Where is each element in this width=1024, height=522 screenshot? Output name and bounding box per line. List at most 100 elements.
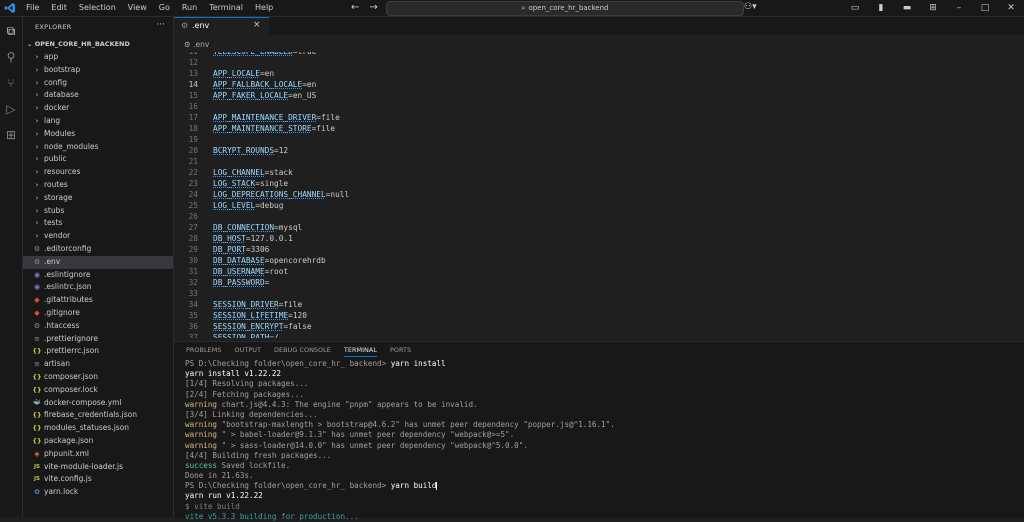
menu-item-view[interactable]: View (122, 0, 153, 16)
tree-folder[interactable]: › vendor (23, 230, 173, 243)
env-key: DB_HOST (213, 234, 246, 243)
tree-file[interactable]: {} modules_statuses.json (23, 422, 173, 435)
tab-env[interactable]: ⚙ .env × (174, 17, 269, 35)
explorer-sidebar: EXPLORER ··· ⌄ OPEN_CORE_HR_BACKEND › app… (23, 17, 174, 517)
tab-problems[interactable]: PROBLEMS (186, 345, 221, 357)
terminal[interactable]: PS D:\Checking folder\open_core_hr_ back… (185, 359, 1015, 522)
text-cursor (436, 482, 438, 491)
tree-file[interactable]: {} package.json (23, 435, 173, 448)
terminal-text: yarn install v1.22.22 (185, 369, 282, 379)
tree-file[interactable]: ≡ artisan (23, 358, 173, 371)
menu-item-edit[interactable]: Edit (45, 0, 73, 16)
tree-file[interactable]: {} firebase_credentials.json (23, 409, 173, 422)
layout-icon[interactable]: ▬ (894, 0, 920, 16)
env-value: debug (259, 201, 284, 210)
back-arrow-icon[interactable]: ← (351, 2, 369, 13)
tree-file[interactable]: JS vite.config.js (23, 473, 173, 486)
maximize-icon[interactable]: □ (972, 0, 998, 16)
tab-terminal[interactable]: TERMINAL (343, 345, 377, 357)
tree-file[interactable]: ◈ phpunit.xml (23, 448, 173, 461)
breadcrumb[interactable]: ⚙ .env (184, 40, 209, 49)
gear-icon: ⚙ (184, 40, 194, 49)
layout-icon[interactable]: ⊞ (920, 0, 946, 16)
code-editor[interactable]: 11TELESCOPE_ENABLED=true1213APP_LOCALE=e… (174, 52, 1024, 338)
tree-file[interactable]: ◆ .gitattributes (23, 294, 173, 307)
menu-item-file[interactable]: File (20, 0, 45, 16)
menu-item-help[interactable]: Help (249, 0, 279, 16)
tree-file[interactable]: {} .prettierrc.json (23, 345, 173, 358)
layout-icon[interactable]: ▭ (842, 0, 868, 16)
line-text: LOG_STACK=single (213, 178, 288, 189)
menu-item-selection[interactable]: Selection (73, 0, 122, 16)
tab-output[interactable]: OUTPUT (234, 345, 261, 357)
tree-folder[interactable]: › lang (23, 115, 173, 128)
tab-debug-console[interactable]: DEBUG CONSOLE (274, 345, 331, 357)
tree-file[interactable]: ✿ yarn.lock (23, 486, 173, 499)
yarn-icon: ✿ (34, 488, 40, 497)
tree-item-label: firebase_credentials.json (44, 410, 137, 420)
env-value: single (259, 179, 289, 188)
tree-folder[interactable]: › app (23, 51, 173, 64)
tab-ports[interactable]: PORTS (390, 345, 411, 357)
menu-item-terminal[interactable]: Terminal (203, 0, 249, 16)
tree-folder[interactable]: › bootstrap (23, 64, 173, 77)
extensions-icon[interactable]: ⊞ (3, 127, 19, 143)
tree-folder[interactable]: › tests (23, 217, 173, 230)
tree-file[interactable]: ⚙ .htaccess (23, 320, 173, 333)
tree-folder[interactable]: › stubs (23, 205, 173, 218)
tree-file[interactable]: ◆ .gitignore (23, 307, 173, 320)
tree-folder[interactable]: › storage (23, 192, 173, 205)
tree-item-label: .gitattributes (44, 295, 93, 305)
copilot-icon[interactable]: ⚇▾ (744, 2, 757, 12)
line-number: 37 (188, 333, 198, 338)
chevron-down-icon: ⌄ (27, 40, 35, 48)
command-center-search[interactable]: ⌕ open_core_hr_backend (386, 1, 744, 16)
source-control-icon[interactable]: ⑂ (3, 75, 19, 91)
tree-item-label: .env (44, 256, 61, 266)
line-number: 20 (188, 146, 198, 155)
line-text: APP_LOCALE=en (213, 68, 274, 79)
close-tab-icon[interactable]: × (253, 20, 261, 30)
more-actions-icon[interactable]: ··· (156, 20, 165, 30)
project-root[interactable]: ⌄ OPEN_CORE_HR_BACKEND (27, 40, 130, 48)
tree-folder[interactable]: › Modules (23, 128, 173, 141)
line-number: 14 (188, 80, 198, 89)
tree-file[interactable]: ⚙ .env (23, 255, 173, 269)
tree-file[interactable]: JS vite-module-loader.js (23, 461, 173, 474)
tree-item-label: .editorconfig (44, 243, 92, 253)
menu-item-run[interactable]: Run (176, 0, 203, 16)
tree-folder[interactable]: › node_modules (23, 141, 173, 154)
tree-folder[interactable]: › database (23, 89, 173, 102)
layout-icon[interactable]: ▮ (868, 0, 894, 16)
tree-folder[interactable]: › routes (23, 179, 173, 192)
explorer-icon[interactable]: ⧉ (3, 23, 19, 39)
tree-file[interactable]: 🐳 docker-compose.yml (23, 397, 173, 410)
close-icon[interactable]: ✕ (998, 0, 1024, 16)
line-text: DB_CONNECTION=mysql (213, 222, 302, 233)
tree-item-label: routes (44, 179, 68, 189)
menu-item-go[interactable]: Go (153, 0, 176, 16)
search-icon[interactable]: ⚲ (3, 49, 19, 65)
run-debug-icon[interactable]: ▷ (3, 101, 19, 117)
tree-item-label: docker-compose.yml (44, 397, 122, 407)
tree-file[interactable]: ⚙ .editorconfig (23, 243, 173, 256)
tree-item-label: vite-module-loader.js (44, 461, 124, 471)
chevron-right-icon: › (35, 155, 39, 164)
tree-file[interactable]: ◉ .eslintrc.json (23, 281, 173, 294)
tree-folder[interactable]: › config (23, 77, 173, 90)
env-value: null (330, 190, 350, 199)
tree-file[interactable]: ≡ .prettierignore (23, 333, 173, 346)
tree-file[interactable]: {} composer.lock (23, 384, 173, 397)
tree-file[interactable]: ◉ .eslintignore (23, 269, 173, 282)
tree-folder[interactable]: › docker (23, 102, 173, 115)
tree-folder[interactable]: › resources (23, 166, 173, 179)
env-key: SESSION_PATH (213, 333, 270, 338)
env-key: DB_USERNAME (213, 267, 265, 276)
tree-file[interactable]: {} composer.json (23, 371, 173, 384)
tab-label: .env (192, 21, 210, 30)
line-number: 21 (188, 157, 198, 166)
env-key: APP_MAINTENANCE_DRIVER (213, 113, 317, 122)
tree-item-label: composer.json (44, 371, 99, 381)
tree-folder[interactable]: › public (23, 153, 173, 166)
minimize-icon[interactable]: – (946, 0, 972, 16)
